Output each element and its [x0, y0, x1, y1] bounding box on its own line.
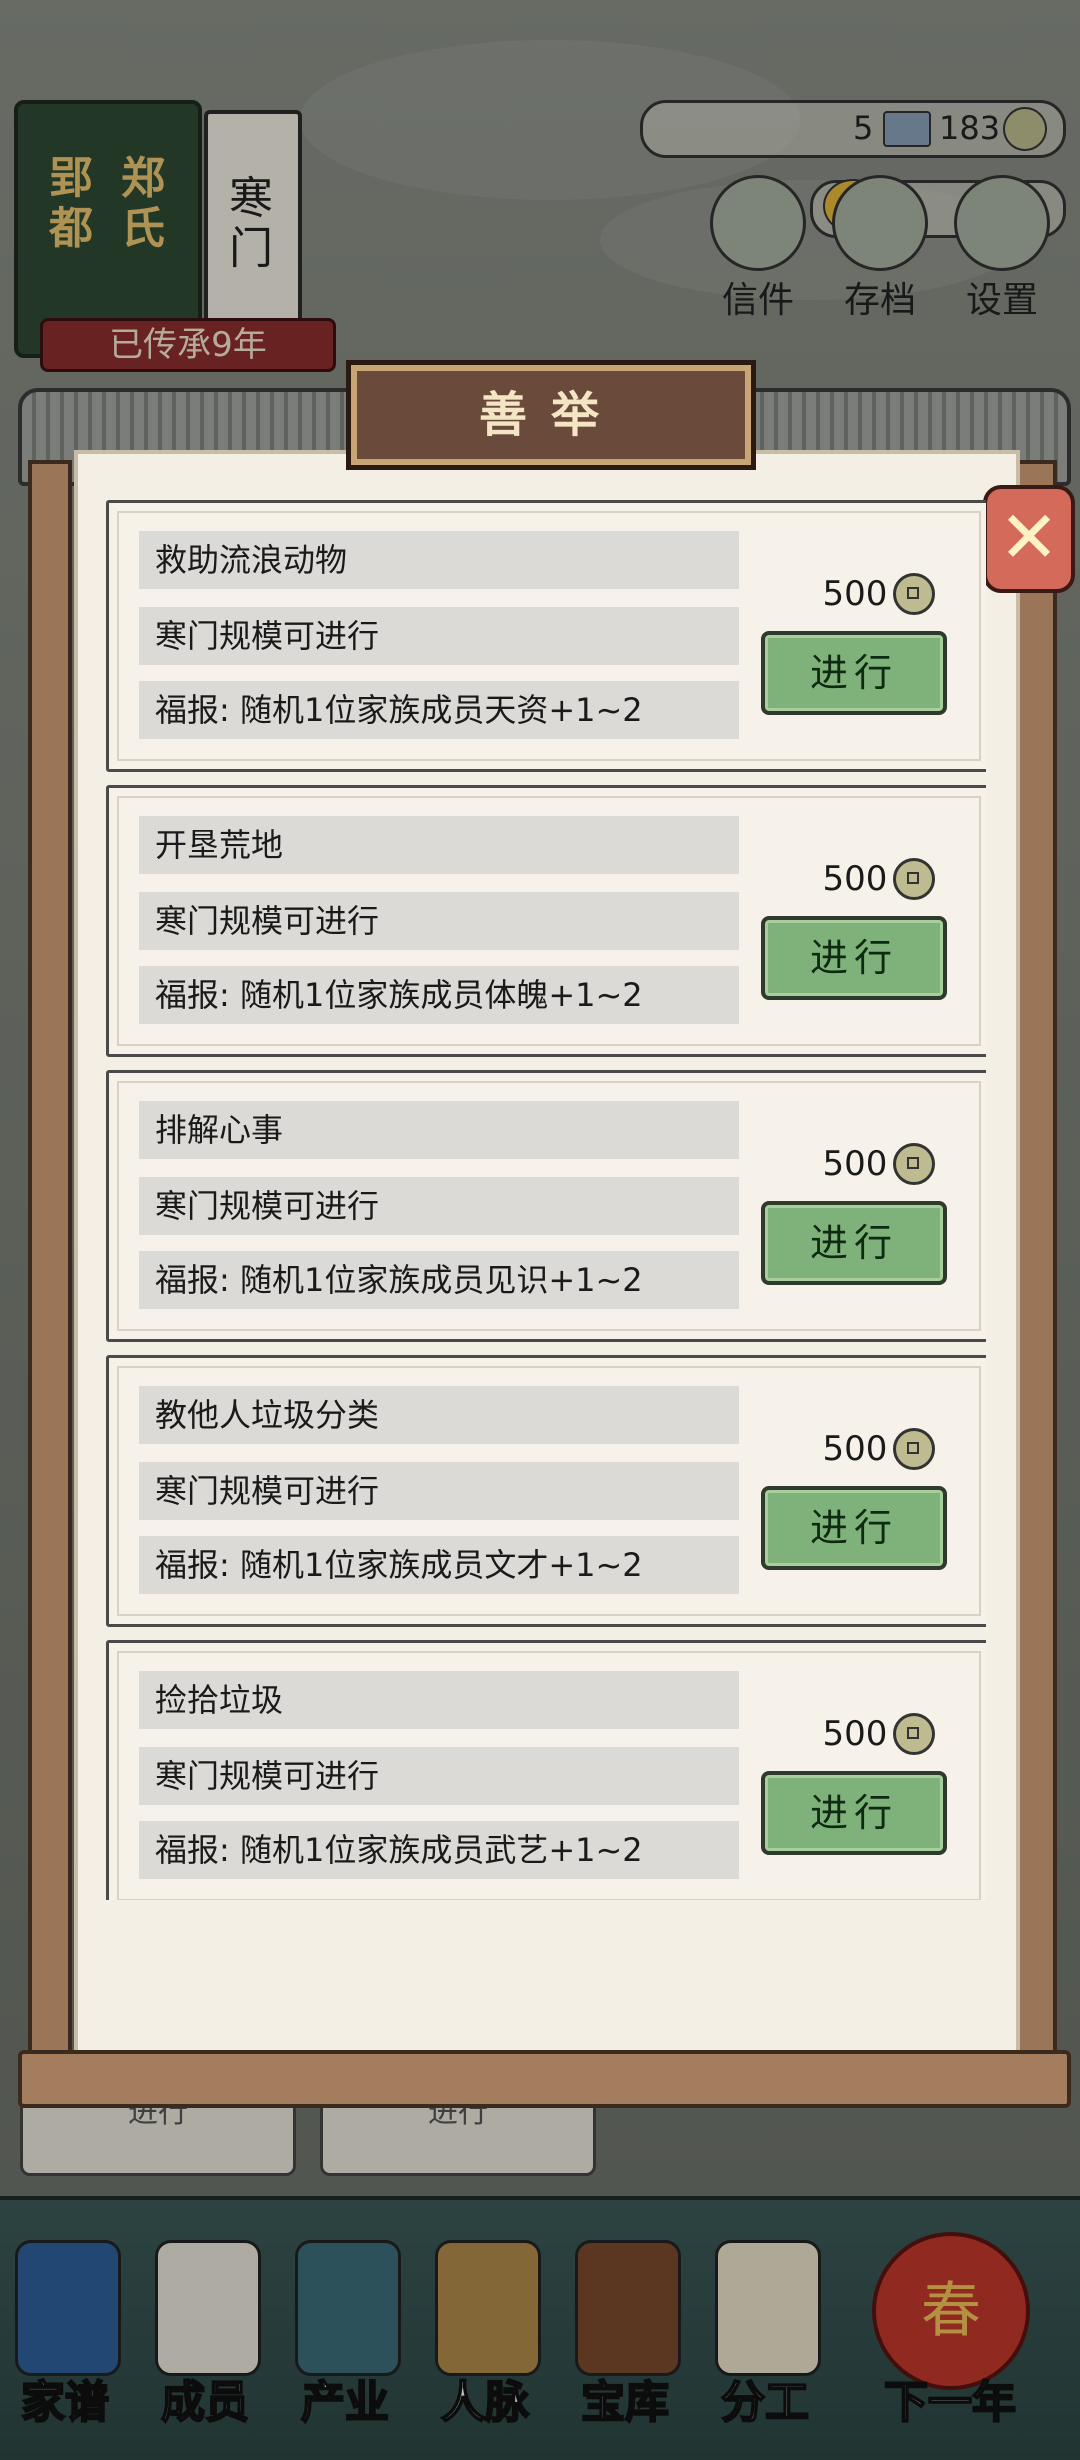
- left-pillar: [28, 460, 72, 2078]
- charity-modal: 善举 ✕ 救助流浪动物 寒门规模可进行 福报: 随机1位家族成员天资+1~2 5…: [18, 360, 1075, 2108]
- charity-name: 救助流浪动物: [139, 531, 739, 589]
- charity-cost: 500: [789, 858, 969, 900]
- charity-item: 救助流浪动物 寒门规模可进行 福报: 随机1位家族成员天资+1~2 500 进行: [106, 500, 986, 772]
- charity-cost: 500: [789, 1143, 969, 1185]
- cost-amount: 500: [822, 1714, 888, 1754]
- coin-icon: [893, 1428, 936, 1470]
- charity-reward: 福报: 随机1位家族成员体魄+1~2: [139, 966, 739, 1024]
- cost-amount: 500: [822, 1429, 888, 1469]
- charity-name: 开垦荒地: [139, 816, 739, 874]
- charity-reward: 福报: 随机1位家族成员见识+1~2: [139, 1251, 739, 1309]
- perform-button[interactable]: 进行: [761, 1771, 947, 1855]
- charity-requirement: 寒门规模可进行: [139, 1747, 739, 1805]
- coin-icon: [893, 1713, 936, 1755]
- cost-amount: 500: [822, 1144, 888, 1184]
- charity-item: 捡拾垃圾 寒门规模可进行 福报: 随机1位家族成员武艺+1~2 500 进行: [106, 1640, 986, 1900]
- modal-base: [18, 2050, 1071, 2108]
- cost-amount: 500: [822, 574, 888, 614]
- charity-reward: 福报: 随机1位家族成员文才+1~2: [139, 1536, 739, 1594]
- charity-item: 开垦荒地 寒门规模可进行 福报: 随机1位家族成员体魄+1~2 500 进行: [106, 785, 986, 1057]
- perform-button[interactable]: 进行: [761, 1486, 947, 1570]
- charity-name: 排解心事: [139, 1101, 739, 1159]
- charity-list[interactable]: 救助流浪动物 寒门规模可进行 福报: 随机1位家族成员天资+1~2 500 进行…: [106, 500, 986, 1900]
- charity-reward: 福报: 随机1位家族成员天资+1~2: [139, 681, 739, 739]
- charity-name: 教他人垃圾分类: [139, 1386, 739, 1444]
- modal-title-plaque: 善举: [346, 360, 756, 470]
- charity-requirement: 寒门规模可进行: [139, 1462, 739, 1520]
- charity-item: 排解心事 寒门规模可进行 福报: 随机1位家族成员见识+1~2 500 进行: [106, 1070, 986, 1342]
- charity-cost: 500: [789, 573, 969, 615]
- charity-requirement: 寒门规模可进行: [139, 607, 739, 665]
- charity-name: 捡拾垃圾: [139, 1671, 739, 1729]
- charity-requirement: 寒门规模可进行: [139, 1177, 739, 1235]
- charity-item: 教他人垃圾分类 寒门规模可进行 福报: 随机1位家族成员文才+1~2 500 进…: [106, 1355, 986, 1627]
- coin-icon: [893, 573, 936, 615]
- close-icon: ✕: [998, 495, 1060, 579]
- perform-button[interactable]: 进行: [761, 916, 947, 1000]
- coin-icon: [893, 1143, 936, 1185]
- charity-cost: 500: [789, 1713, 969, 1755]
- charity-reward: 福报: 随机1位家族成员武艺+1~2: [139, 1821, 739, 1879]
- coin-icon: [893, 858, 936, 900]
- cost-amount: 500: [822, 859, 888, 899]
- modal-title: 善举: [478, 387, 623, 443]
- perform-button[interactable]: 进行: [761, 631, 947, 715]
- charity-requirement: 寒门规模可进行: [139, 892, 739, 950]
- charity-cost: 500: [789, 1428, 969, 1470]
- perform-button[interactable]: 进行: [761, 1201, 947, 1285]
- close-button[interactable]: ✕: [983, 485, 1075, 593]
